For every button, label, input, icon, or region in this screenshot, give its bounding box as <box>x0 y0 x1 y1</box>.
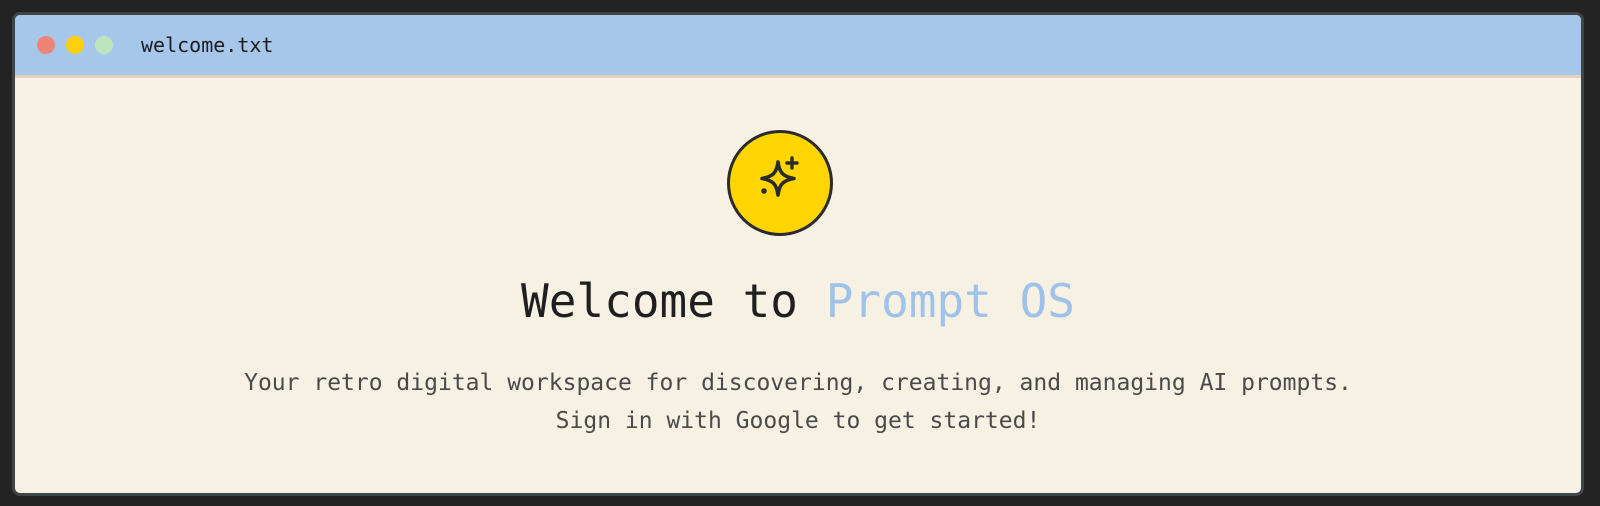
window-title: welcome.txt <box>141 33 274 57</box>
welcome-content: Welcome to Prompt OS Your retro digital … <box>15 78 1581 493</box>
welcome-heading: Welcome to Prompt OS <box>15 274 1581 328</box>
title-bar: welcome.txt <box>15 15 1581 78</box>
close-window-button[interactable] <box>37 36 55 54</box>
sparkles-icon <box>760 156 799 197</box>
maximize-window-button[interactable] <box>95 36 113 54</box>
welcome-subtitle: Your retro digital workspace for discove… <box>244 370 1352 434</box>
minimize-window-button[interactable] <box>66 36 84 54</box>
brand-name: Prompt OS <box>825 274 1075 328</box>
app-window: welcome.txt Welcome to Prompt OS Your re… <box>12 12 1584 496</box>
heading-prefix: Welcome to <box>521 274 798 328</box>
sparkles-badge <box>727 130 833 236</box>
